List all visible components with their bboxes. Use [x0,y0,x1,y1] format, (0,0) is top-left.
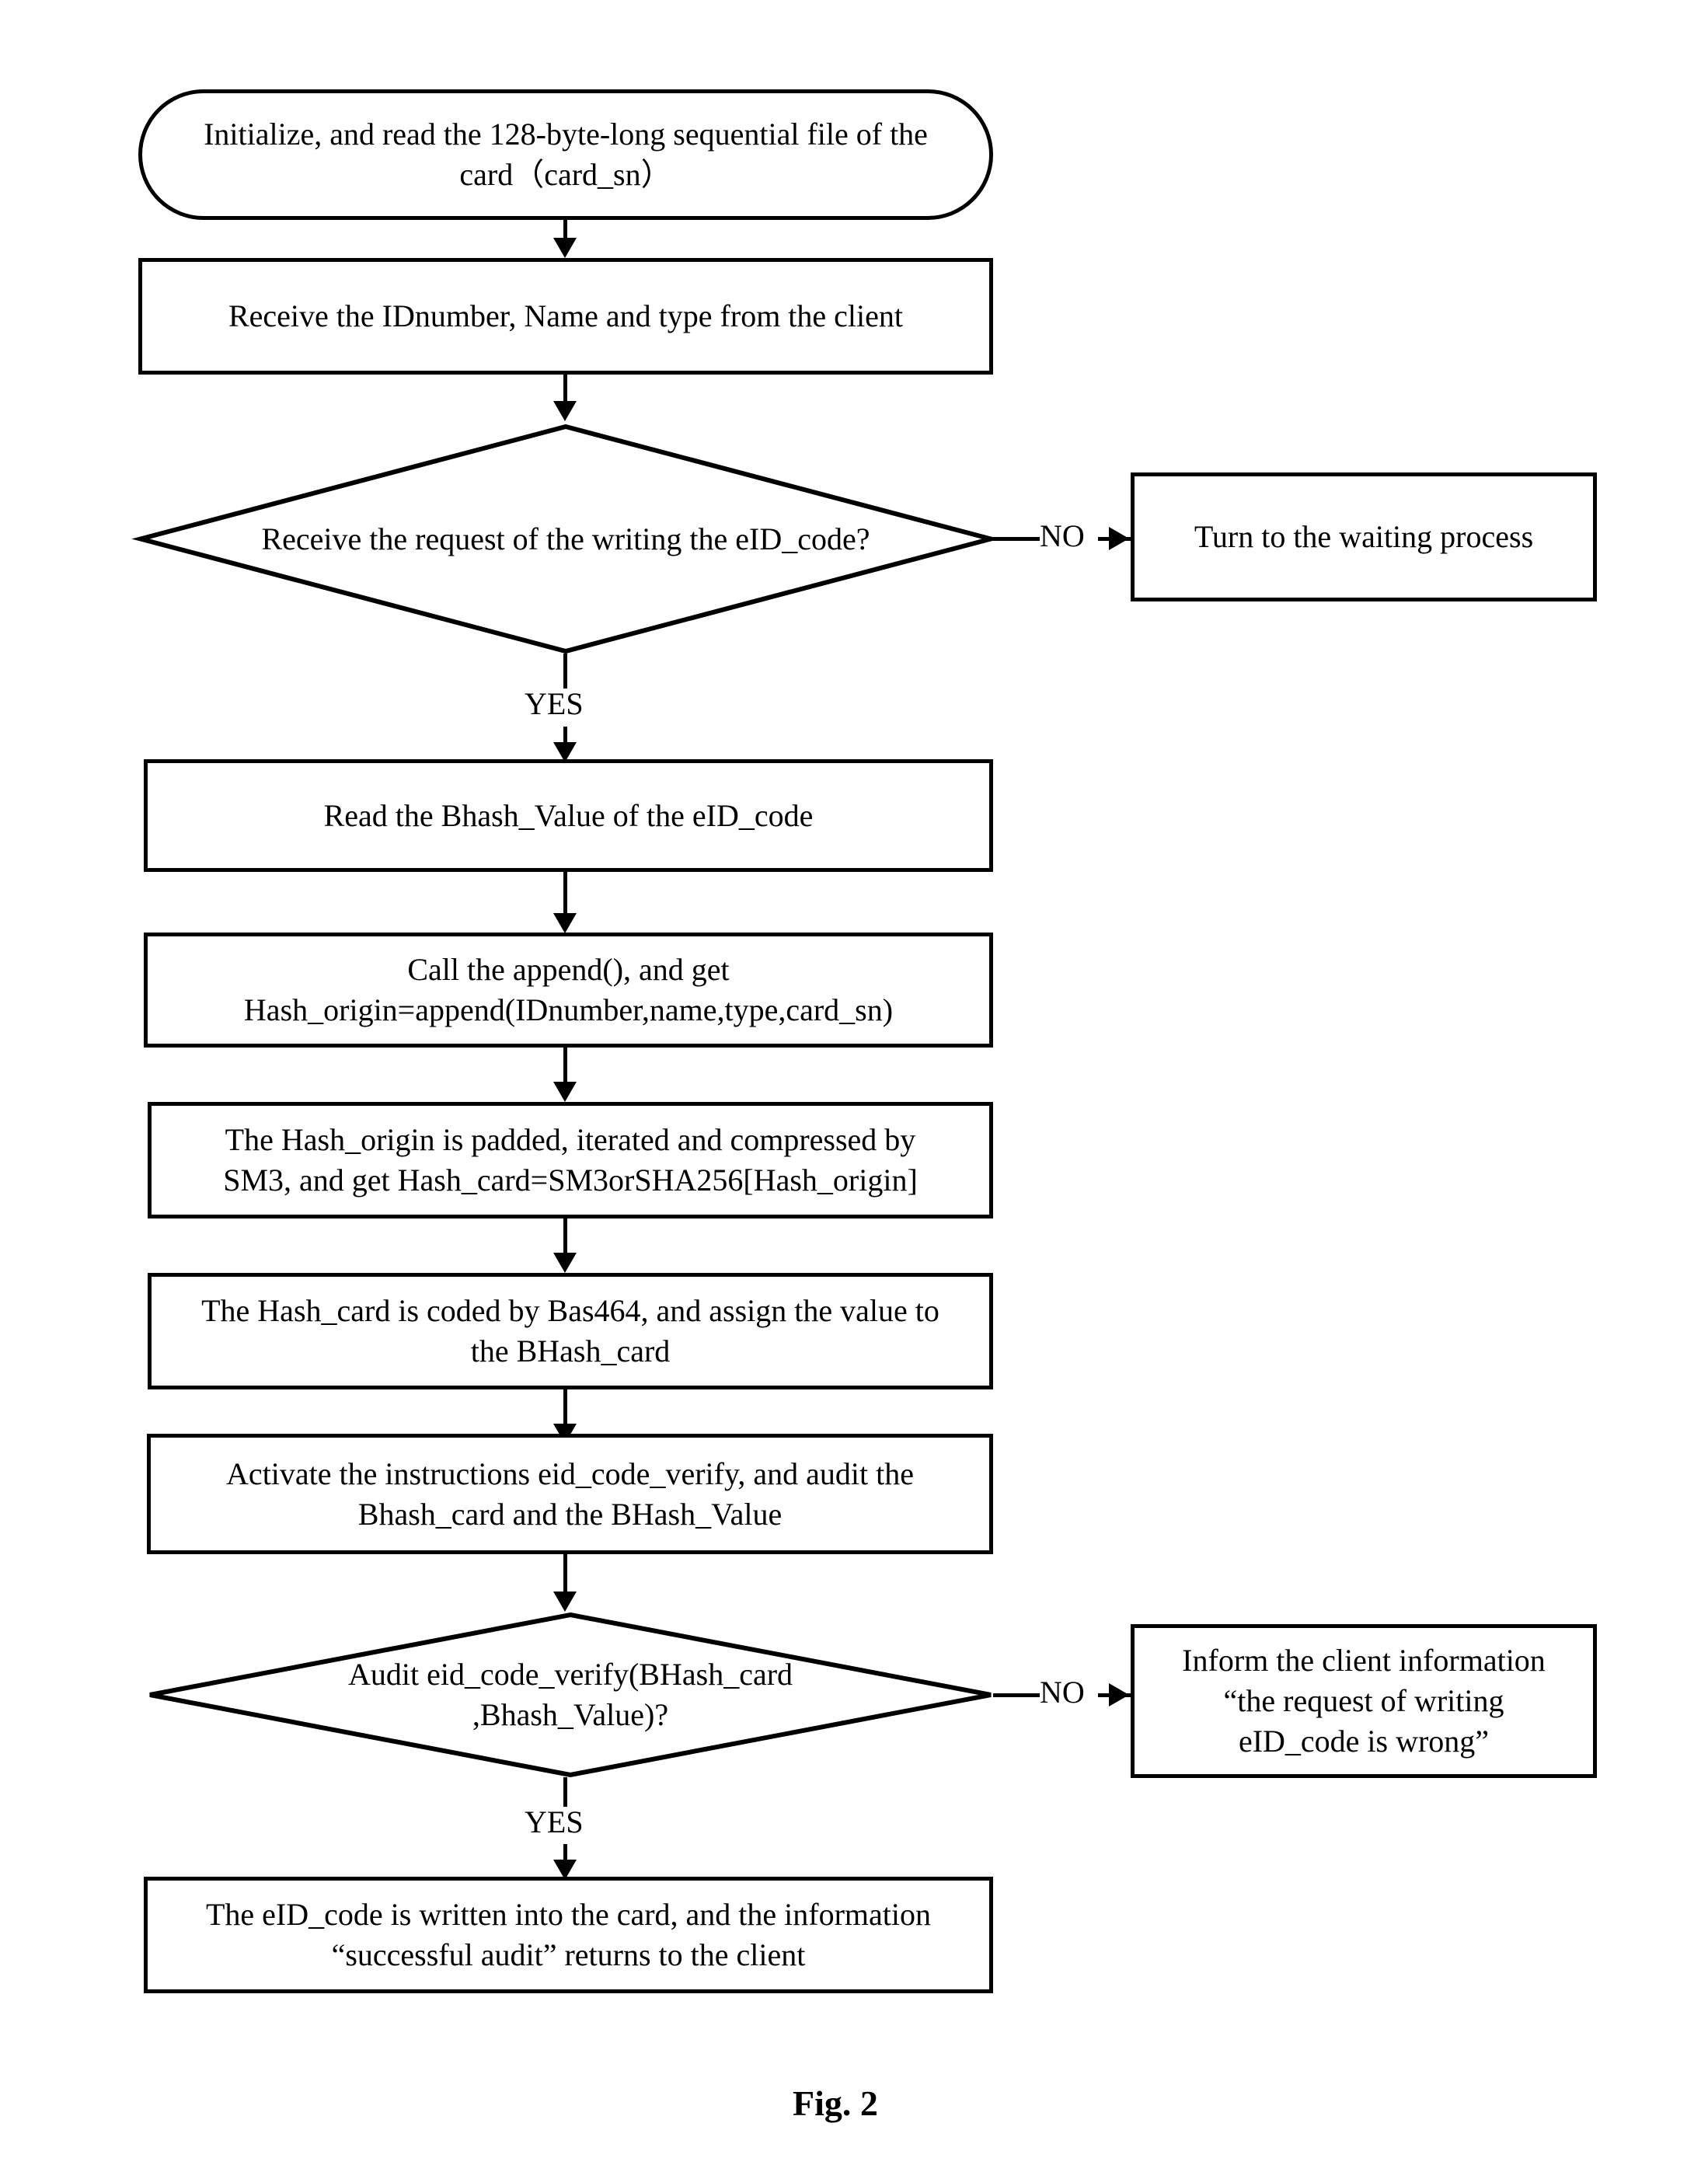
edge-label-request-yes: YES [525,686,584,721]
arrowhead-receive-to-decision-request [553,401,577,421]
figure-caption: Fig. 2 [793,2083,878,2123]
node-decision-request-label: Receive the request of the writing the e… [261,521,870,556]
edge-label-audit-no: NO [1040,1675,1085,1710]
node-write-success-label: The eID_code is written into the card, a… [205,1897,932,1972]
node-receive-client[interactable]: Receive the IDnumber, Name and type from… [138,258,993,375]
arrowhead-decision-request-no [1109,527,1129,550]
node-write-success[interactable]: The eID_code is written into the card, a… [144,1877,993,1993]
node-waiting-process[interactable]: Turn to the waiting process [1131,472,1597,601]
connector-read-bhash-to-append [563,872,567,919]
connector-sm3-to-base64 [563,1218,567,1256]
edge-label-request-no: NO [1040,518,1085,553]
node-start-terminator[interactable]: Initialize, and read the 128-byte-long s… [138,89,993,220]
node-activate-verify[interactable]: Activate the instructions eid_code_verif… [147,1434,993,1554]
arrowhead-read-bhash-to-append [553,913,577,933]
connector-decision-request-no [993,537,1040,541]
node-sm3-compress[interactable]: The Hash_origin is padded, iterated and … [148,1102,993,1218]
connector-decision-audit-no [993,1693,1040,1697]
node-base64-encode-label: The Hash_card is coded by Bas464, and as… [201,1293,939,1368]
node-base64-encode[interactable]: The Hash_card is coded by Bas464, and as… [148,1273,993,1389]
figure-canvas: Initialize, and read the 128-byte-long s… [0,0,1708,2165]
node-inform-wrong-label: Inform the client information “the reque… [1182,1643,1546,1759]
node-start-label: Initialize, and read the 128-byte-long s… [204,117,928,192]
arrowhead-sm3-to-base64 [553,1253,577,1273]
node-decision-audit[interactable]: Audit eid_code_verify(BHash_card ,Bhash_… [148,1612,993,1777]
arrowhead-activate-to-decision-audit [553,1592,577,1612]
node-read-bhash-value[interactable]: Read the Bhash_Value of the eID_code [144,759,993,872]
arrowhead-decision-audit-no [1109,1683,1129,1707]
node-waiting-process-label: Turn to the waiting process [1194,519,1534,554]
node-sm3-compress-label: The Hash_origin is padded, iterated and … [223,1122,918,1198]
arrowhead-start-to-receive [553,238,577,258]
node-call-append-label: Call the append(), and get Hash_origin=a… [243,952,894,1027]
node-activate-verify-label: Activate the instructions eid_code_verif… [226,1456,914,1532]
node-inform-wrong[interactable]: Inform the client information “the reque… [1131,1624,1597,1778]
connector-append-to-sm3 [563,1048,567,1085]
connector-decision-request-yes [563,654,567,689]
node-receive-client-label: Receive the IDnumber, Name and type from… [228,298,904,333]
connector-base64-to-activate [563,1389,567,1427]
arrowhead-append-to-sm3 [553,1082,577,1102]
node-decision-request[interactable]: Receive the request of the writing the e… [138,424,993,654]
node-decision-audit-label: Audit eid_code_verify(BHash_card ,Bhash_… [347,1657,793,1732]
connector-decision-audit-yes [563,1777,567,1808]
edge-label-audit-yes: YES [525,1804,584,1839]
node-call-append[interactable]: Call the append(), and get Hash_origin=a… [144,933,993,1048]
node-read-bhash-value-label: Read the Bhash_Value of the eID_code [323,797,814,833]
